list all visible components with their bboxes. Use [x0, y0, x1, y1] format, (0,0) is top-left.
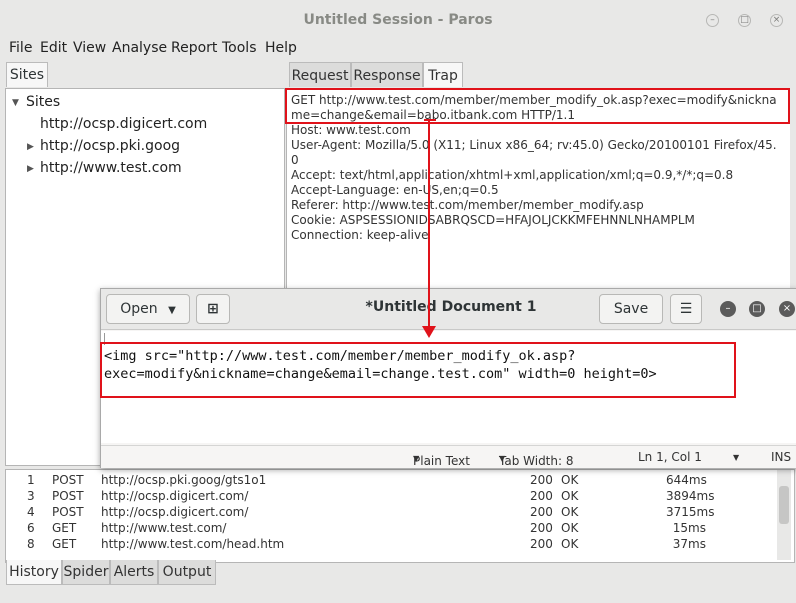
request-line: Cookie: ASPSESSIONIDSABRQSCD=HFAJOLJCKKM…: [291, 213, 695, 227]
minimize-button[interactable]: –: [706, 14, 719, 27]
close-button[interactable]: ×: [770, 14, 783, 27]
request-line: Connection: keep-alive: [291, 228, 429, 242]
table-row[interactable]: 4 POST http://ocsp.digicert.com/ 200 OK …: [6, 505, 776, 521]
cursor-position[interactable]: Ln 1, Col 1: [638, 450, 702, 464]
request-line: Referer: http://www.test.com/member/memb…: [291, 198, 644, 212]
expand-down-icon[interactable]: ▼: [12, 98, 19, 108]
editor-statusbar: Plain Text ▼ Tab Width: 8 ▼ Ln 1, Col 1 …: [101, 445, 796, 468]
menu-button[interactable]: ☰: [670, 294, 702, 324]
history-scrollbar-thumb[interactable]: [779, 486, 789, 524]
maximize-icon[interactable]: □: [749, 301, 765, 317]
history-table[interactable]: 1 POST http://ocsp.pki.goog/gts1o1 200 O…: [5, 469, 795, 563]
menu-tools[interactable]: Tools: [222, 40, 257, 56]
tab-output[interactable]: Output: [158, 560, 216, 585]
text-editor-window: Open ▼ ⊞ *Untitled Document 1 Save ☰ – □…: [100, 288, 796, 468]
code-highlight: [100, 342, 736, 398]
chevron-down-icon: ▼: [168, 305, 176, 316]
save-button[interactable]: Save: [599, 294, 663, 324]
new-tab-button[interactable]: ⊞: [196, 294, 230, 324]
table-row[interactable]: 1 POST http://ocsp.pki.goog/gts1o1 200 O…: [6, 473, 776, 489]
tab-sites[interactable]: Sites: [6, 62, 48, 87]
open-label: Open: [120, 301, 158, 317]
request-line: User-Agent: Mozilla/5.0 (X11; Linux x86_…: [291, 138, 777, 152]
open-button[interactable]: Open ▼: [106, 294, 190, 324]
close-icon[interactable]: ×: [779, 301, 795, 317]
arrow-head-icon: [422, 326, 436, 338]
menu-report[interactable]: Report: [171, 40, 217, 56]
tree-root-sites[interactable]: Sites: [26, 94, 60, 110]
new-document-icon: ⊞: [207, 301, 219, 317]
table-row[interactable]: 3 POST http://ocsp.digicert.com/ 200 OK …: [6, 489, 776, 505]
tab-history[interactable]: History: [6, 560, 62, 585]
menubar: File Edit View Analyse Report Tools Help: [0, 38, 796, 60]
request-line: Host: www.test.com: [291, 123, 411, 137]
tab-alerts[interactable]: Alerts: [110, 560, 158, 585]
tab-request[interactable]: Request: [289, 62, 351, 87]
chevron-down-icon[interactable]: ▼: [733, 453, 739, 462]
insert-mode[interactable]: INS: [771, 450, 791, 464]
paros-titlebar: Untitled Session - Paros – □ ×: [0, 0, 796, 39]
chevron-down-icon: ▼: [499, 454, 506, 463]
table-row[interactable]: 6 GET http://www.test.com/ 200 OK 15ms: [6, 521, 776, 537]
tab-trap[interactable]: Trap: [423, 62, 463, 87]
request-line-highlight: [285, 88, 790, 124]
table-row[interactable]: 8 GET http://www.test.com/head.htm 200 O…: [6, 537, 776, 553]
tab-response[interactable]: Response: [351, 62, 423, 87]
editor-title: *Untitled Document 1: [365, 299, 537, 315]
maximize-button[interactable]: □: [738, 14, 751, 27]
menu-file[interactable]: File: [9, 40, 32, 56]
tab-spider[interactable]: Spider: [62, 560, 110, 585]
tree-item-ocsp-pki[interactable]: http://ocsp.pki.goog: [40, 138, 180, 154]
request-line: Accept-Language: en-US,en;q=0.5: [291, 183, 499, 197]
request-scrollbar[interactable]: [790, 88, 796, 288]
tree-item-test-com[interactable]: http://www.test.com: [40, 160, 182, 176]
annotation-arrow: [428, 120, 430, 332]
window-title: Untitled Session - Paros: [303, 12, 493, 28]
hamburger-icon: ☰: [679, 301, 693, 317]
minimize-icon[interactable]: –: [720, 301, 736, 317]
menu-edit[interactable]: Edit: [40, 40, 67, 56]
menu-analyse[interactable]: Analyse: [112, 40, 167, 56]
arrow-start: [424, 119, 436, 121]
tree-item-ocsp-digicert[interactable]: http://ocsp.digicert.com: [40, 116, 207, 132]
chevron-down-icon: ▼: [413, 454, 420, 463]
expand-right-icon[interactable]: ▶: [27, 142, 34, 152]
request-line: 0: [291, 153, 299, 167]
request-line: Accept: text/html,application/xhtml+xml,…: [291, 168, 734, 182]
menu-help[interactable]: Help: [265, 40, 297, 56]
editor-headerbar: Open ▼ ⊞ *Untitled Document 1 Save ☰ – □…: [101, 289, 796, 330]
menu-view[interactable]: View: [73, 40, 106, 56]
expand-right-icon[interactable]: ▶: [27, 164, 34, 174]
